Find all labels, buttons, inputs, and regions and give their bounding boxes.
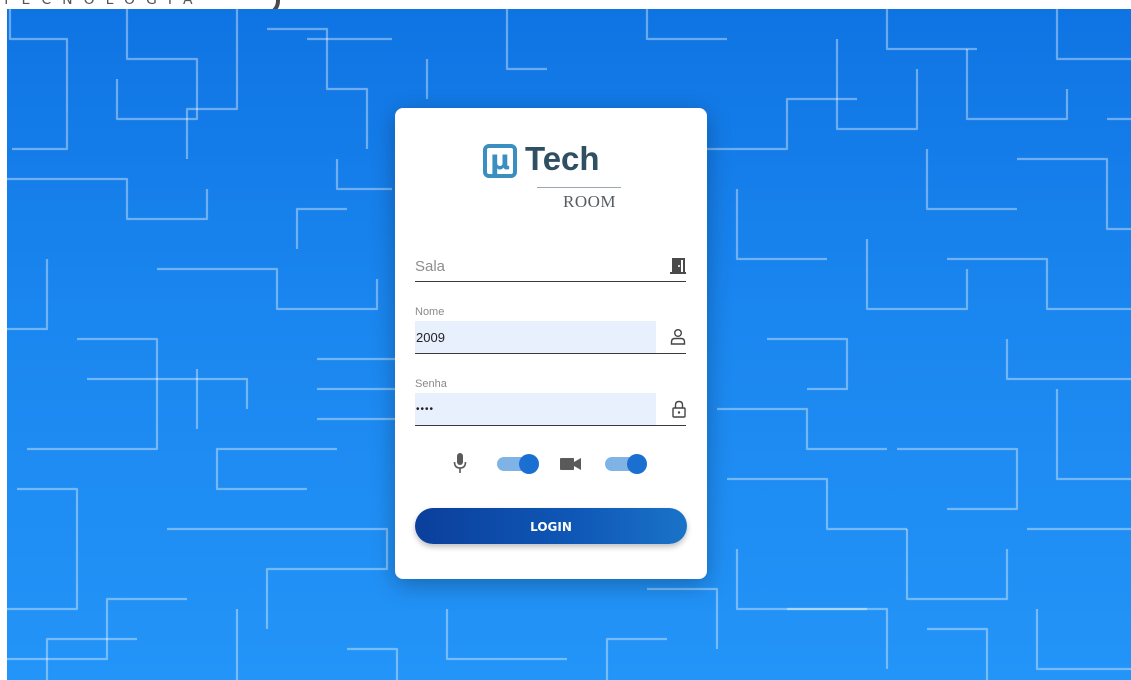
name-underline bbox=[415, 353, 686, 354]
room-field[interactable]: Sala bbox=[415, 248, 686, 282]
logo-subtitle: ROOM bbox=[563, 192, 617, 211]
name-input[interactable] bbox=[415, 321, 656, 353]
utech-room-logo: µ Tech ROOM bbox=[483, 140, 623, 214]
brand-tagline: TECNOLOGIA bbox=[2, 0, 204, 8]
mu-logo-icon: µ bbox=[483, 144, 517, 178]
brand-mark-icon bbox=[250, 0, 280, 9]
video-camera-icon bbox=[560, 457, 582, 476]
lock-icon bbox=[672, 400, 686, 423]
password-underline bbox=[415, 425, 686, 426]
password-label: Senha bbox=[415, 378, 447, 390]
microphone-toggle[interactable] bbox=[497, 454, 539, 474]
user-icon bbox=[670, 328, 686, 350]
media-toggles bbox=[445, 448, 655, 478]
microphone-icon bbox=[453, 452, 467, 479]
microphone-toggle-knob bbox=[519, 454, 539, 474]
password-field[interactable]: Senha bbox=[415, 376, 686, 426]
password-input[interactable] bbox=[415, 393, 656, 425]
room-input-placeholder[interactable]: Sala bbox=[415, 258, 445, 275]
logo-divider bbox=[537, 187, 621, 188]
login-card: µ Tech ROOM Sala Nome Senha bbox=[395, 108, 707, 579]
name-field[interactable]: Nome bbox=[415, 304, 686, 354]
login-button[interactable]: LOGIN bbox=[415, 508, 687, 544]
room-underline bbox=[415, 281, 686, 282]
top-strip: TECNOLOGIA bbox=[0, 0, 1131, 9]
camera-toggle-knob bbox=[627, 454, 647, 474]
name-label: Nome bbox=[415, 306, 445, 318]
camera-toggle[interactable] bbox=[605, 454, 647, 474]
door-icon bbox=[670, 256, 686, 279]
logo-wordmark: Tech bbox=[525, 140, 600, 177]
